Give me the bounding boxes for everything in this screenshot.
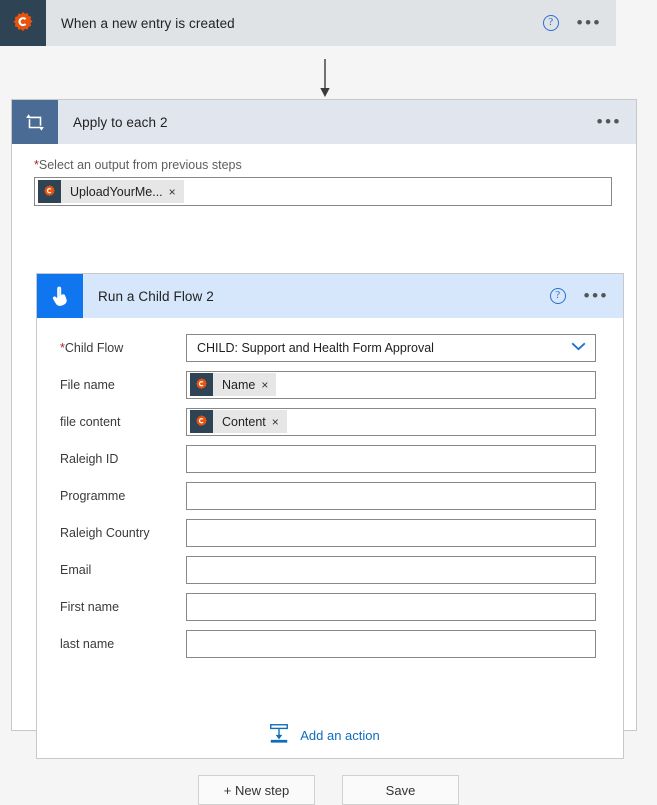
run-child-flow-more-button[interactable]: ••• — [584, 287, 609, 304]
close-icon[interactable]: × — [261, 378, 276, 392]
first-name-input[interactable] — [186, 592, 596, 621]
apply-to-each-title-wrap: Apply to each 2 — [58, 100, 597, 144]
child-flow-row: *Child Flow CHILD: Support and Health Fo… — [37, 330, 623, 365]
apply-to-each-title: Apply to each 2 — [73, 114, 168, 130]
close-icon[interactable]: × — [272, 415, 287, 429]
flow-designer-canvas: When a new entry is created ? ••• Apply … — [0, 0, 657, 805]
file-name-token-text: Name — [222, 377, 256, 392]
run-child-flow-actions: ? ••• — [549, 274, 623, 318]
connector-arrow — [318, 59, 332, 99]
help-icon[interactable]: ? — [549, 288, 566, 304]
file-content-token-text: Content — [222, 414, 266, 429]
first-name-row: First name — [37, 589, 623, 624]
child-flow-label-text: Child Flow — [64, 340, 124, 355]
trigger-title-wrap: When a new entry is created — [46, 0, 543, 46]
file-name-label: File name — [60, 377, 115, 392]
file-name-input[interactable]: Name × — [186, 370, 596, 399]
apply-to-each-header[interactable]: Apply to each 2 ••• — [12, 100, 636, 144]
run-child-flow-header[interactable]: Run a Child Flow 2 ? ••• — [37, 274, 623, 318]
raleigh-id-label: Raleigh ID — [60, 451, 119, 466]
run-child-flow-title: Run a Child Flow 2 — [98, 288, 214, 304]
trigger-title: When a new entry is created — [61, 15, 235, 31]
file-content-token[interactable]: Content × — [190, 410, 287, 433]
footer-buttons: + New step Save — [0, 775, 657, 805]
cognito-forms-gear-icon — [38, 180, 61, 203]
email-field[interactable] — [186, 555, 596, 584]
first-name-label: First name — [60, 599, 120, 614]
cognito-forms-gear-icon — [0, 0, 46, 46]
cognito-forms-gear-icon — [190, 373, 213, 396]
close-icon[interactable]: × — [169, 185, 184, 199]
file-content-row: file content Content × — [37, 404, 623, 439]
select-output-label: *Select an output from previous steps — [12, 144, 636, 177]
trigger-actions: ? ••• — [542, 0, 616, 46]
file-content-input[interactable]: Content × — [186, 407, 596, 436]
select-output-input[interactable]: UploadYourMe... × — [34, 177, 612, 206]
apply-to-each-actions: ••• — [597, 100, 636, 144]
run-child-flow-title-wrap: Run a Child Flow 2 — [83, 274, 550, 318]
trigger-more-button[interactable]: ••• — [577, 14, 602, 31]
raleigh-country-row: Raleigh Country — [37, 515, 623, 550]
file-content-label: file content — [60, 414, 121, 429]
add-an-action-button[interactable]: Add an action — [12, 722, 636, 749]
last-name-row: last name — [37, 626, 623, 661]
loop-icon — [12, 100, 58, 144]
tap-hand-icon — [37, 274, 83, 318]
new-step-button[interactable]: + New step — [198, 775, 315, 805]
raleigh-country-label: Raleigh Country — [60, 525, 150, 540]
apply-to-each-body: *Select an output from previous steps Up… — [12, 144, 636, 759]
file-name-row: File name Name × — [37, 367, 623, 402]
programme-label: Programme — [60, 488, 126, 503]
last-name-input[interactable] — [186, 629, 596, 658]
file-name-token[interactable]: Name × — [190, 373, 277, 396]
child-flow-label: *Child Flow — [49, 341, 186, 355]
raleigh-country-input[interactable] — [186, 518, 596, 547]
raleigh-id-row: Raleigh ID — [37, 441, 623, 476]
insert-step-icon — [268, 722, 290, 749]
child-flow-selected-value: CHILD: Support and Health Form Approval — [197, 340, 434, 355]
output-token[interactable]: UploadYourMe... × — [38, 180, 184, 203]
email-row: Email — [37, 552, 623, 587]
help-icon[interactable]: ? — [542, 15, 559, 31]
email-label: Email — [60, 562, 92, 577]
output-token-text: UploadYourMe... — [70, 184, 163, 199]
add-an-action-label: Add an action — [300, 728, 380, 743]
raleigh-id-input[interactable] — [186, 444, 596, 473]
run-child-flow-body: *Child Flow CHILD: Support and Health Fo… — [37, 318, 623, 661]
programme-input[interactable] — [186, 481, 596, 510]
save-button[interactable]: Save — [342, 775, 459, 805]
chevron-down-icon[interactable] — [571, 342, 586, 354]
cognito-forms-gear-icon — [190, 410, 213, 433]
select-output-label-text: Select an output from previous steps — [38, 158, 242, 172]
apply-to-each-more-button[interactable]: ••• — [597, 113, 622, 130]
child-flow-dropdown[interactable]: CHILD: Support and Health Form Approval — [186, 333, 596, 362]
last-name-label: last name — [60, 636, 115, 651]
trigger-card[interactable]: When a new entry is created ? ••• — [0, 0, 616, 46]
programme-row: Programme — [37, 478, 623, 513]
apply-to-each-card[interactable]: Apply to each 2 ••• *Select an output fr… — [11, 99, 637, 759]
run-child-flow-card[interactable]: Run a Child Flow 2 ? ••• *Child Flow CHI… — [36, 273, 624, 759]
